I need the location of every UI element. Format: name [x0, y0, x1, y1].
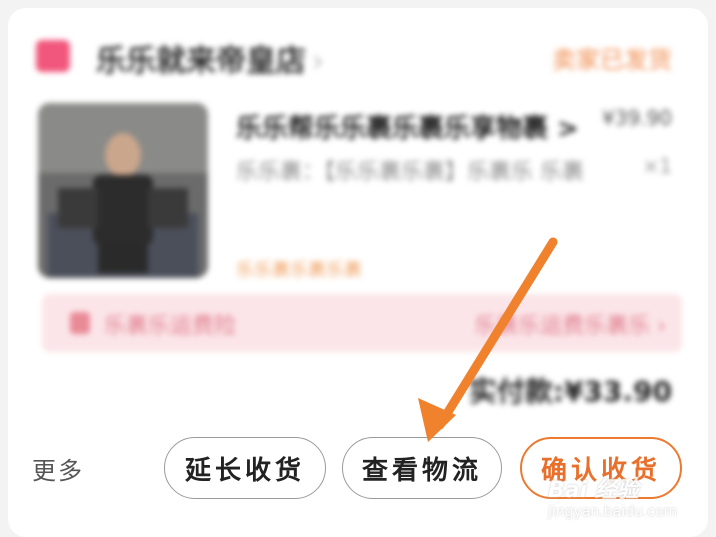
product-tag: 乐乐裹乐裹乐裹	[236, 260, 362, 281]
insurance-label: 乐裹乐运费险	[104, 314, 237, 339]
chevron-right-icon: ›	[312, 44, 324, 79]
watermark-url: jingyan.baidu.com	[548, 504, 678, 520]
shop-name[interactable]: 乐乐就来帝皇店 ›	[96, 36, 324, 80]
product-spec: 乐乐裹：【乐乐裹乐裹】乐裹乐 乐裹	[236, 160, 584, 185]
product-image[interactable]	[38, 103, 208, 278]
insurance-banner[interactable]: 乐裹乐运费险 乐裹乐运费乐裹乐 ›	[42, 294, 682, 352]
order-status: 卖家已发货	[552, 46, 672, 74]
extend-receipt-button[interactable]: 延长收货	[164, 437, 326, 499]
paid-amount: 实付款:¥33.90	[468, 375, 672, 408]
insurance-link[interactable]: 乐裹乐运费乐裹乐 ›	[474, 308, 666, 340]
watermark-brand: Bai 经验	[548, 478, 639, 503]
shield-icon	[70, 312, 90, 334]
shop-name-text: 乐乐就来帝皇店	[96, 44, 306, 79]
product-price: ¥39.90	[602, 106, 672, 130]
shop-icon	[36, 40, 70, 72]
more-link[interactable]: 更多	[32, 451, 84, 486]
product-title[interactable]: 乐乐帮乐乐裹乐裹乐享物裹 >	[236, 108, 579, 145]
view-logistics-button[interactable]: 查看物流	[342, 437, 502, 499]
product-photo	[38, 103, 208, 278]
product-quantity: ×1	[642, 154, 672, 178]
